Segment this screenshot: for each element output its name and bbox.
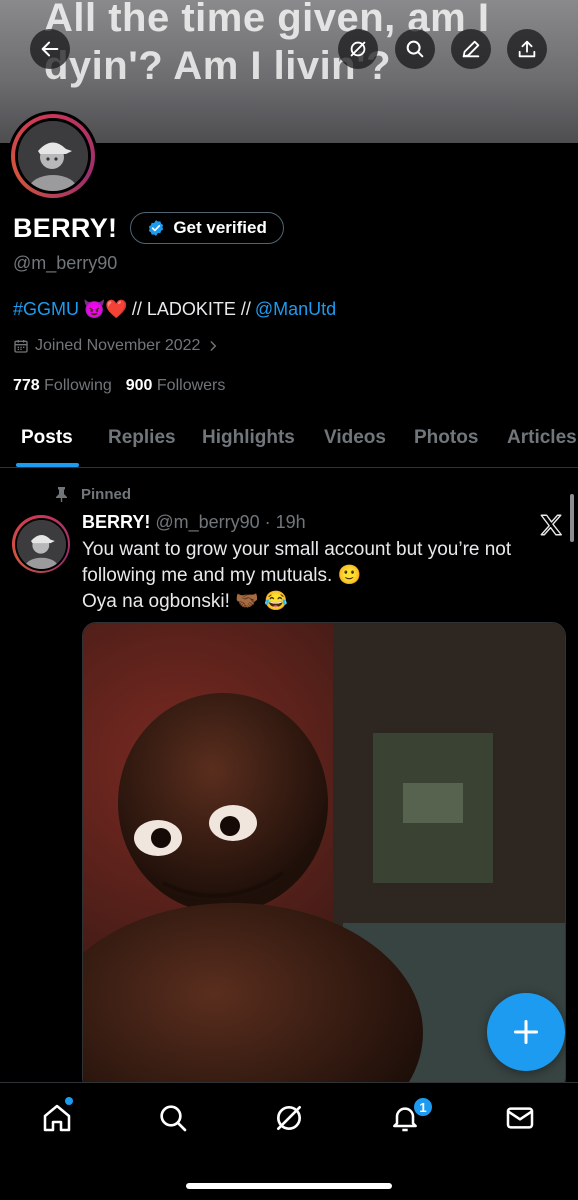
followers-link[interactable]: 900 Followers [126, 377, 226, 395]
scrollbar-thumb[interactable] [570, 494, 574, 542]
share-icon [518, 40, 536, 58]
arrow-left-icon [41, 41, 59, 57]
get-verified-button[interactable]: Get verified [130, 212, 284, 244]
tab-videos[interactable]: Videos [324, 427, 386, 449]
bio-text: // LADOKITE // [131, 299, 251, 319]
tab-articles[interactable]: Articles [507, 427, 577, 449]
bio-emojis: 😈❤️ [83, 299, 128, 319]
profile-banner[interactable]: All the time given, am I dyin'? Am I liv… [0, 0, 578, 143]
followers-label: Followers [156, 377, 226, 394]
messages-icon [506, 1107, 534, 1129]
active-tab-indicator [16, 463, 79, 467]
nav-search[interactable] [156, 1101, 190, 1135]
back-button[interactable] [30, 29, 70, 69]
joined-date-text: Joined November 2022 [35, 337, 201, 354]
grok-button[interactable] [338, 29, 378, 69]
post-text-line-2: Oya na ogbonski! 🤝🏾 😂 [82, 591, 288, 612]
grok-icon [277, 1106, 301, 1130]
profile-tabs: Posts Replies Highlights Videos Photos A… [0, 410, 578, 468]
nav-messages[interactable] [503, 1101, 537, 1135]
get-verified-label: Get verified [173, 218, 267, 237]
home-indicator-bar[interactable] [186, 1183, 392, 1189]
home-icon [43, 1104, 71, 1132]
pinned-label-row: Pinned [55, 486, 131, 503]
following-count: 778 [13, 377, 40, 394]
pencil-icon [462, 40, 480, 58]
tab-replies[interactable]: Replies [108, 427, 176, 449]
post-meta: @m_berry90 · 19h [155, 512, 306, 532]
verified-badge-icon [149, 220, 164, 236]
followers-count: 900 [125, 377, 153, 394]
pinned-label: Pinned [81, 486, 132, 503]
following-link[interactable]: 778 Following [13, 377, 112, 395]
tab-posts[interactable]: Posts [21, 427, 73, 449]
bio-hashtag-link[interactable]: #GGMU [13, 299, 79, 320]
home-unread-dot [65, 1097, 73, 1105]
x-logo-icon [540, 514, 562, 536]
grok-icon [350, 41, 366, 57]
tab-photos[interactable]: Photos [414, 427, 478, 449]
profile-display-name: BERRY! [13, 212, 118, 243]
plus-icon [513, 1019, 539, 1045]
bio-mention-link[interactable]: @ManUtd [255, 299, 336, 320]
nav-home[interactable] [40, 1101, 74, 1135]
tab-highlights[interactable]: Highlights [202, 427, 295, 449]
edit-button[interactable] [451, 29, 491, 69]
post-text-line-1: You want to grow your small account but … [82, 539, 512, 586]
joined-date-row[interactable]: Joined November 2022 [13, 337, 220, 355]
post-text: You want to grow your small account but … [82, 537, 552, 615]
profile-bio: #GGMU 😈❤️ // LADOKITE // @ManUtd [13, 299, 336, 320]
share-button[interactable] [507, 29, 547, 69]
post-avatar-image [16, 519, 66, 569]
notification-count-badge: 1 [412, 1096, 434, 1118]
post-header: BERRY! @m_berry90 · 19h [82, 512, 306, 533]
following-label: Following [44, 377, 112, 394]
nav-grok[interactable] [272, 1101, 306, 1135]
profile-avatar[interactable] [8, 111, 98, 201]
post-author-name[interactable]: BERRY! [82, 512, 150, 532]
search-icon [406, 40, 424, 58]
avatar-image [18, 121, 88, 191]
search-icon [160, 1105, 187, 1132]
post-author-avatar[interactable] [12, 515, 70, 573]
search-button[interactable] [395, 29, 435, 69]
pin-icon [56, 487, 67, 502]
chevron-right-icon [210, 341, 217, 351]
calendar-icon [14, 340, 28, 353]
profile-handle: @m_berry90 [13, 253, 118, 273]
compose-post-button[interactable] [487, 993, 565, 1071]
